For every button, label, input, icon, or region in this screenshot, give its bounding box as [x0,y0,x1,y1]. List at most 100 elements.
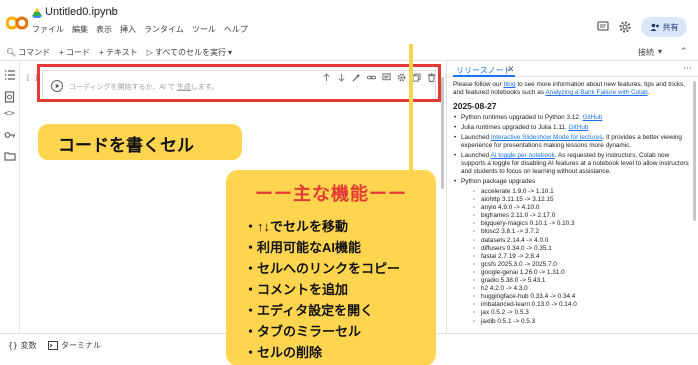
terminal-button[interactable]: ターミナル [48,340,101,351]
menu-help[interactable]: ヘルプ [224,24,248,35]
more-options-icon[interactable]: ⋯ [683,63,692,74]
release-date-heading: 2025-08-27 [453,101,497,111]
release-item: Launched AI toggle per notebook. As requ… [453,152,689,176]
code-cell-callout-text: コードを書くセル [58,136,194,155]
github-link[interactable]: GitHub [583,114,603,121]
menu-bar: ファイル 編集 表示 挿入 ランタイム ツール ヘルプ [32,24,248,35]
features-title: ーー主な機能ーー [255,184,407,204]
release-item: Launched Interactive Slideshow Mode for … [453,134,689,150]
toolbar: 🔍︎ コマンド + コード + テキスト ▷ すべてのセルを実行 ▾ 接続 ▾ … [0,44,698,61]
feature-item: ・利用可能なAI機能 [244,240,362,255]
connect-button[interactable]: 接続 ▾ [638,47,662,58]
table-of-contents-icon[interactable] [4,69,16,81]
intro-text: Please follow our [453,81,504,88]
left-rail: <> [0,61,20,333]
variables-label: 変数 [20,341,37,350]
variables-icon: {} [8,341,18,350]
release-notes-body: Please follow our blog to see more infor… [453,81,689,333]
package-item: diffusers 0.34.0 -> 0.35.1 [453,245,689,253]
menu-view[interactable]: 表示 [96,24,112,35]
menu-edit[interactable]: 編集 [72,24,88,35]
blog-link[interactable]: blog [503,81,515,88]
people-icon [650,23,659,31]
package-item: imbalanced-learn 0.13.0 -> 0.14.0 [453,301,689,309]
release-item-text: Launched [461,152,491,159]
share-button[interactable]: 共有 [641,17,687,37]
terminal-icon [48,341,58,350]
colab-logo-icon[interactable] [6,16,28,30]
package-item: aiohttp 3.11.15 -> 3.12.15 [453,196,689,204]
chevron-down-icon[interactable]: ▾ [228,48,232,57]
feature-item: ・エディタ設定を開く [244,303,374,318]
chevron-down-icon: ▾ [658,47,663,56]
menu-runtime[interactable]: ランタイム [144,24,184,35]
feature-item: ・コメントを追加 [244,282,349,297]
code-cell-callout: コードを書くセル [38,124,242,160]
package-item: bigquery-magics 0.10.1 -> 0.10.3 [453,220,689,228]
github-link[interactable]: GitHub [569,124,589,131]
header: Untitled0.ipynb ☆ ファイル 編集 表示 挿入 ランタイム ツー… [0,0,698,44]
package-item: gcsfs 2025.3.0 -> 2025.7.0 [453,261,689,269]
add-code-button[interactable]: + コード [59,47,90,58]
run-all-button[interactable]: ▷ すべてのセルを実行 ▾ [147,47,232,58]
package-item: huggingface-hub 0.33.4 -> 0.34.4 [453,293,689,301]
find-replace-icon[interactable] [4,91,16,103]
star-icon[interactable]: ☆ [108,5,118,18]
comment-icon[interactable] [596,20,610,34]
package-item: fastai 2.7.19 -> 2.8.4 [453,253,689,261]
package-item: jax 0.5.2 -> 0.5.3 [453,309,689,317]
callout-pointer [409,44,413,170]
drive-icon [32,8,42,18]
release-item-text: Julia runtimes upgraded to Julia 1.11. [461,124,569,131]
add-code-label: + コード [59,48,91,57]
release-item-text: Launched [461,134,491,141]
notebook-scrollbar[interactable] [441,77,444,189]
package-item: anyio 4.9.0 -> 4.10.0 [453,204,689,212]
notebook-title[interactable]: Untitled0.ipynb [45,6,118,18]
slideshow-link[interactable]: Interactive Slideshow Mode for lectures [491,134,603,141]
run-all-label: すべてのセルを実行 [154,48,226,57]
cell-highlight-frame [37,64,441,102]
menu-insert[interactable]: 挿入 [120,24,136,35]
connect-label: 接続 [638,48,654,57]
collapse-icon[interactable]: ⌃ [680,46,688,57]
menu-tools[interactable]: ツール [192,24,216,35]
search-icon: 🔍︎ [6,48,17,57]
package-item: h2 4.2.0 -> 4.3.0 [453,285,689,293]
command-palette-button[interactable]: 🔍︎ コマンド [6,47,50,58]
code-snippets-icon[interactable]: <> [4,109,16,121]
ai-toggle-link[interactable]: AI toggle per notebook [491,152,555,159]
feature-item: ・セルの削除 [244,345,323,360]
variables-button[interactable]: {} 変数 [8,340,37,351]
command-label: コマンド [18,48,51,57]
close-icon[interactable]: ✕ [507,64,515,75]
tab-underline [453,75,515,77]
package-item: jaxlib 0.5.1 -> 0.5.3 [453,318,689,326]
package-item: blosc2 3.6.1 -> 3.7.2 [453,228,689,236]
package-item: google-genai 1.26.0 -> 1.31.0 [453,269,689,277]
feature-item: ・タブのミラーセル [244,324,362,339]
release-item: Julia runtimes upgraded to Julia 1.11. G… [453,124,689,132]
release-item: Python package upgrades [453,178,689,186]
menu-file[interactable]: ファイル [32,24,64,35]
share-label: 共有 [662,22,679,32]
package-item: accelerate 1.9.0 -> 1.10.1 [453,188,689,196]
settings-gear-icon[interactable] [618,20,632,34]
release-notes-panel: リリースノート ✕ ⋯ Please follow our blog to se… [446,61,698,333]
add-text-label: + テキスト [99,48,138,57]
panel-scrollbar[interactable] [693,81,696,221]
release-item-text: Python runtimes upgraded to Python 3.12. [461,114,583,121]
featured-notebook-link[interactable]: Analyzing a Bank Failure with Colab [545,89,647,96]
terminal-label: ターミナル [61,341,101,350]
feature-item: ・セルへのリンクをコピー [244,261,401,276]
panel-tab-bar: リリースノート ✕ ⋯ [447,61,698,77]
intro-paragraph: Please follow our blog to see more infor… [453,81,689,97]
features-callout: ーー主な機能ーー ・↑↓でセルを移動 ・利用可能なAI機能 ・セルへのリンクをコ… [226,170,436,365]
release-item: Python runtimes upgraded to Python 3.12.… [453,114,689,122]
folder-icon[interactable] [4,150,16,162]
package-item: datasets 2.14.4 -> 4.0.0 [453,237,689,245]
add-text-button[interactable]: + テキスト [99,47,138,58]
package-item: gradio 5.38.0 -> 5.43.1 [453,277,689,285]
secrets-key-icon[interactable] [4,129,16,141]
package-item: bigframes 2.11.0 -> 2.17.0 [453,212,689,220]
